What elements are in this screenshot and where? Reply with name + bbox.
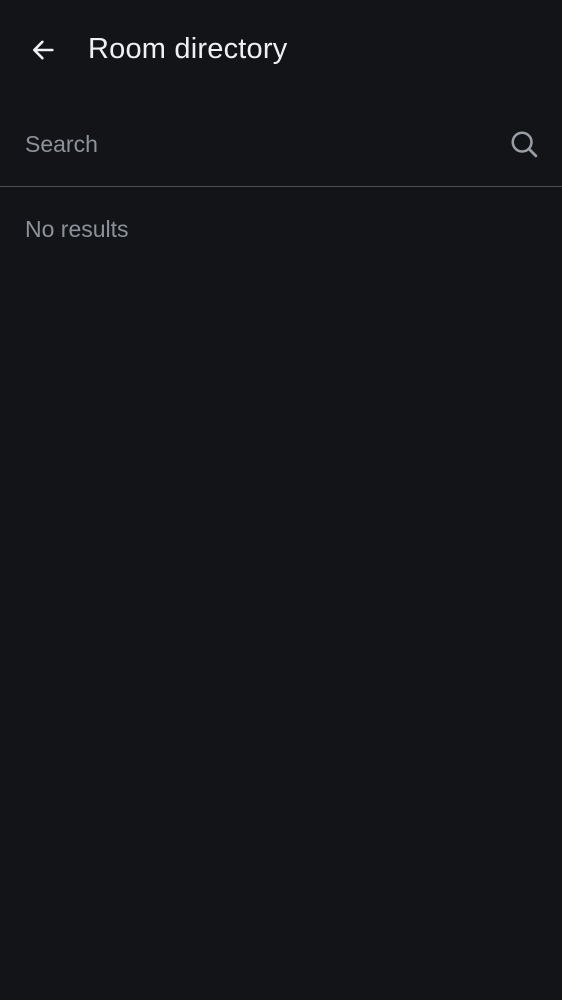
search-input[interactable]	[25, 124, 495, 164]
empty-results-message: No results	[25, 216, 129, 242]
page-title: Room directory	[88, 33, 288, 65]
room-directory-screen: Room directory No results	[0, 0, 562, 1000]
search-icon[interactable]	[506, 126, 542, 162]
arrow-left-icon	[32, 40, 54, 60]
search-bar	[0, 100, 562, 187]
top-app-bar: Room directory	[0, 0, 562, 100]
back-button[interactable]	[18, 25, 68, 75]
